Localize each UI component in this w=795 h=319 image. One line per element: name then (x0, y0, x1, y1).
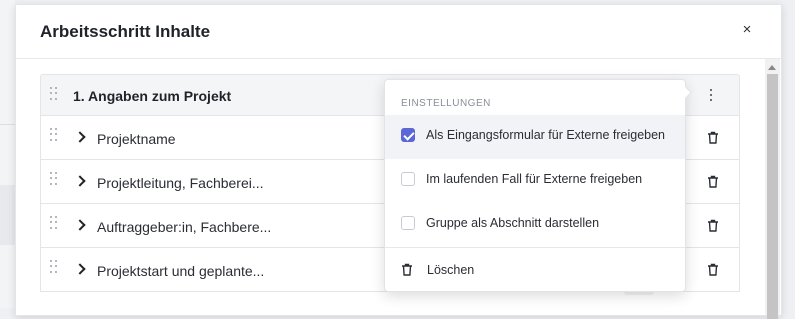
drag-handle-icon[interactable] (50, 128, 58, 142)
option-label: Im laufenden Fall für Externe freigeben (426, 172, 643, 186)
drag-handle-icon[interactable] (50, 260, 58, 274)
kebab-menu-icon[interactable] (709, 89, 713, 101)
delete-label: Löschen (427, 263, 475, 277)
checkbox-icon[interactable] (401, 216, 415, 230)
checkbox-icon[interactable] (401, 172, 415, 186)
trash-icon[interactable] (707, 131, 719, 144)
close-icon[interactable]: × (739, 21, 755, 39)
chevron-right-icon[interactable] (74, 175, 86, 187)
chevron-right-icon[interactable] (74, 219, 86, 231)
chevron-right-icon[interactable] (74, 131, 86, 143)
option-gruppe-als-abschnitt[interactable]: Gruppe als Abschnitt darstellen (385, 203, 685, 247)
row-label: Projektstart und geplante... (97, 263, 265, 279)
trash-icon (402, 263, 412, 276)
option-laufender-fall-extern[interactable]: Im laufenden Fall für Externe freigeben (385, 159, 685, 203)
chevron-right-icon[interactable] (74, 263, 86, 275)
scrollbar[interactable] (765, 59, 780, 319)
trash-icon[interactable] (707, 175, 719, 188)
backdrop-panel (0, 185, 15, 245)
group-title: 1. Angaben zum Projekt (73, 88, 232, 104)
drag-handle-icon[interactable] (50, 172, 58, 186)
trash-icon[interactable] (707, 263, 719, 276)
option-label: Gruppe als Abschnitt darstellen (426, 216, 600, 230)
checkbox-icon[interactable] (401, 128, 415, 142)
backdrop-divider (0, 124, 15, 125)
trash-icon[interactable] (707, 219, 719, 232)
dropdown-section-label: EINSTELLUNGEN (401, 98, 491, 109)
row-label: Projektname (97, 131, 176, 147)
delete-menu-item[interactable]: Löschen (385, 248, 685, 290)
modal-header: Arbeitsschritt Inhalte × (16, 5, 781, 59)
scroll-up-arrow-icon[interactable] (768, 65, 776, 70)
drag-handle-icon[interactable] (50, 87, 58, 101)
row-label: Projektleitung, Fachberei... (97, 175, 264, 191)
scrollbar-thumb[interactable] (767, 74, 778, 319)
modal-title: Arbeitsschritt Inhalte (40, 22, 211, 41)
drag-handle-icon[interactable] (50, 216, 58, 230)
row-label: Auftraggeber:in, Fachbere... (97, 219, 272, 235)
option-eingangsformular-extern[interactable]: Als Eingangsformular für Externe freigeb… (385, 115, 685, 159)
page-backdrop (0, 0, 15, 308)
option-label: Als Eingangsformular für Externe freigeb… (426, 128, 666, 142)
settings-dropdown: EINSTELLUNGEN Als Eingangsformular für E… (384, 79, 686, 292)
